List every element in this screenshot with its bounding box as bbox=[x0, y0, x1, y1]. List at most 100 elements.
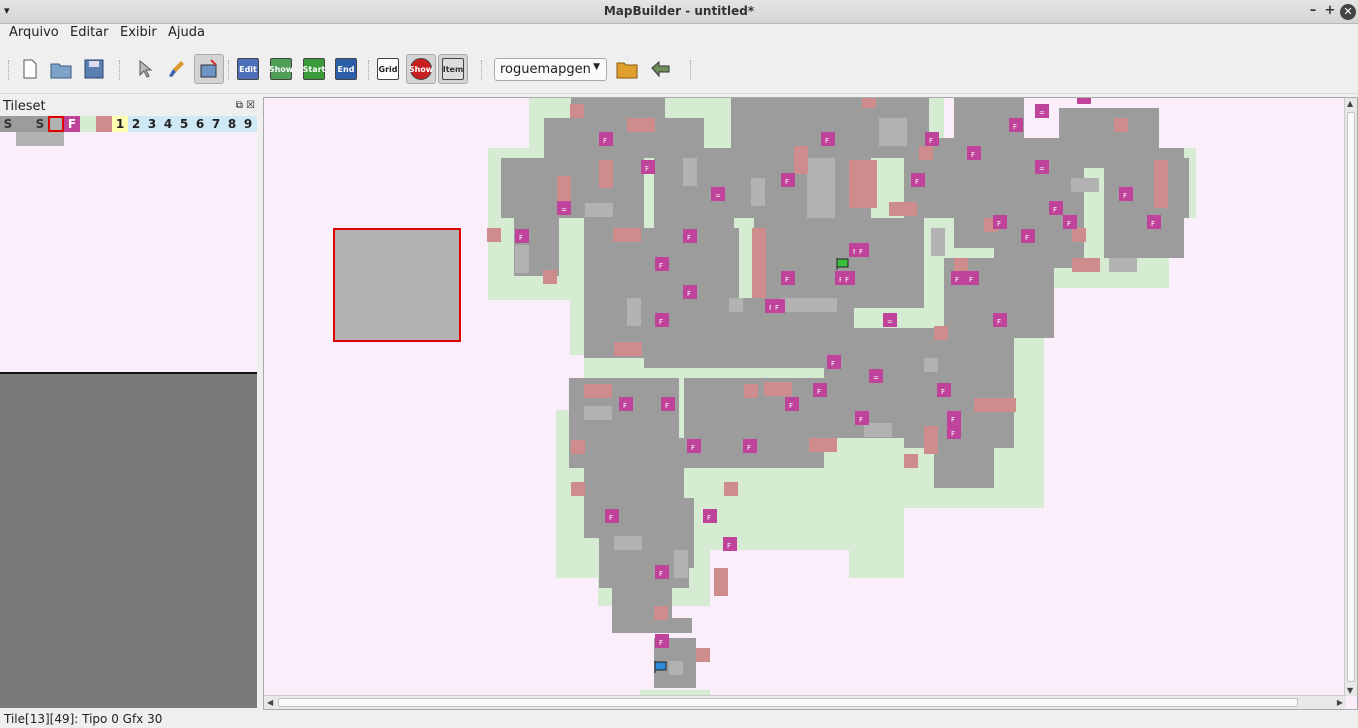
overlay-toggle-icon: Show bbox=[409, 58, 433, 80]
svg-text:F: F bbox=[609, 514, 613, 522]
generator-select-value: roguemapgen bbox=[500, 62, 591, 77]
vertical-scroll-thumb[interactable] bbox=[1347, 112, 1355, 682]
svg-text:F: F bbox=[859, 248, 863, 256]
menu-editar[interactable]: Editar bbox=[70, 25, 109, 40]
tile-border[interactable] bbox=[80, 116, 96, 132]
close-dock-icon[interactable]: ☒ bbox=[246, 100, 255, 111]
svg-text:F: F bbox=[969, 276, 973, 284]
chevron-down-icon: ▼ bbox=[593, 62, 600, 72]
new-file-icon bbox=[23, 59, 37, 79]
apply-generator-button[interactable] bbox=[646, 54, 676, 84]
toolbar-separator bbox=[228, 60, 230, 80]
svg-text:F: F bbox=[707, 514, 711, 522]
tile-digit-2[interactable]: 2 bbox=[128, 116, 144, 132]
tileset-dock: Tileset ⧉ ☒ S S F 1 2 3 4 5 6 7 8 9 bbox=[0, 98, 257, 708]
save-file-button[interactable] bbox=[79, 54, 109, 84]
edit-mode-button[interactable]: Edit bbox=[233, 54, 263, 84]
tile-red[interactable] bbox=[96, 116, 112, 132]
new-file-button[interactable] bbox=[14, 54, 44, 84]
svg-text:F: F bbox=[775, 304, 779, 312]
show-mode-button[interactable]: Show bbox=[266, 54, 296, 84]
title-bar: ▾ MapBuilder - untitled* – + ✕ bbox=[0, 0, 1358, 24]
tile-digit-7[interactable]: 7 bbox=[208, 116, 224, 132]
toolbar-separator bbox=[481, 60, 483, 80]
svg-text:F: F bbox=[951, 416, 955, 424]
svg-text:F: F bbox=[747, 444, 751, 452]
tile-digit-9[interactable]: 9 bbox=[240, 116, 256, 132]
tile-wall-c[interactable]: S bbox=[32, 116, 48, 132]
paint-brush-button[interactable] bbox=[161, 54, 191, 84]
grid-toggle-button[interactable]: Grid bbox=[373, 54, 403, 84]
tile-flag[interactable]: F bbox=[64, 116, 80, 132]
minimize-icon[interactable]: – bbox=[1305, 3, 1321, 18]
svg-text:F: F bbox=[603, 137, 607, 145]
svg-text:F: F bbox=[1053, 206, 1057, 214]
tile-digit-6[interactable]: 6 bbox=[192, 116, 208, 132]
svg-text:F: F bbox=[789, 402, 793, 410]
tileset-strip: S S F 1 2 3 4 5 6 7 8 9 bbox=[0, 116, 257, 132]
tile-second-row[interactable] bbox=[16, 132, 64, 146]
tile-wall-a[interactable]: S bbox=[0, 116, 16, 132]
svg-text:=: = bbox=[887, 318, 893, 326]
horizontal-scroll-thumb[interactable] bbox=[278, 698, 1298, 707]
tile-digit-3[interactable]: 3 bbox=[144, 116, 160, 132]
svg-text:=: = bbox=[873, 374, 879, 382]
float-dock-icon[interactable]: ⧉ bbox=[236, 100, 243, 111]
end-flag-button[interactable]: End bbox=[331, 54, 361, 84]
svg-text:F: F bbox=[659, 262, 663, 270]
map-drawing[interactable]: F F F = = F F F F F F F F F F F F F F = … bbox=[264, 98, 1345, 696]
tile-preview-panel bbox=[0, 372, 257, 708]
svg-text:F: F bbox=[817, 388, 821, 396]
tile-digit-1[interactable]: 1 bbox=[112, 116, 128, 132]
close-icon[interactable]: ✕ bbox=[1340, 4, 1356, 20]
svg-text:F: F bbox=[1013, 123, 1017, 131]
grid-toggle-icon: Grid bbox=[377, 58, 399, 80]
open-folder-button[interactable] bbox=[612, 54, 642, 84]
scroll-up-icon[interactable]: ▲ bbox=[1347, 99, 1353, 108]
svg-text:F: F bbox=[665, 402, 669, 410]
tile-floor-selected[interactable] bbox=[48, 116, 64, 132]
open-folder-icon bbox=[616, 62, 638, 79]
svg-text:F: F bbox=[941, 388, 945, 396]
svg-text:F: F bbox=[687, 290, 691, 298]
scroll-right-icon[interactable]: ▶ bbox=[1337, 698, 1343, 707]
item-tool-icon: Item bbox=[442, 58, 464, 80]
svg-text:F: F bbox=[845, 276, 849, 284]
svg-text:F: F bbox=[659, 570, 663, 578]
open-file-button[interactable] bbox=[46, 54, 76, 84]
menu-arquivo[interactable]: Arquivo bbox=[9, 25, 59, 40]
start-flag-button[interactable]: Start bbox=[299, 54, 329, 84]
fill-selection-button[interactable] bbox=[194, 54, 224, 84]
svg-text:F: F bbox=[691, 444, 695, 452]
toolbar-separator bbox=[119, 60, 121, 80]
vertical-scrollbar[interactable]: ▲ ▼ bbox=[1344, 98, 1357, 696]
svg-text:=: = bbox=[1039, 109, 1045, 117]
map-canvas[interactable]: F F F = = F F F F F F F F F F F F F F = … bbox=[263, 97, 1358, 710]
tile-digit-5[interactable]: 5 bbox=[176, 116, 192, 132]
end-flag-icon: End bbox=[335, 58, 357, 80]
maximize-icon[interactable]: + bbox=[1322, 3, 1338, 18]
menu-bar: Arquivo Editar Exibir Ajuda bbox=[0, 24, 1358, 44]
horizontal-scrollbar[interactable]: ◀ ▶ bbox=[264, 695, 1346, 709]
tile-digit-8[interactable]: 8 bbox=[224, 116, 240, 132]
svg-text:F: F bbox=[955, 276, 959, 284]
svg-text:F: F bbox=[1067, 220, 1071, 228]
select-pointer-button[interactable] bbox=[128, 54, 158, 84]
menu-exibir[interactable]: Exibir bbox=[120, 25, 157, 40]
svg-text:=: = bbox=[561, 206, 567, 214]
tile-wall-b[interactable] bbox=[16, 116, 32, 132]
svg-text:F: F bbox=[1123, 192, 1127, 200]
item-tool-button[interactable]: Item bbox=[438, 54, 468, 84]
overlay-toggle-button[interactable]: Show bbox=[406, 54, 436, 84]
svg-text:F: F bbox=[929, 137, 933, 145]
tile-digit-4[interactable]: 4 bbox=[160, 116, 176, 132]
tileset-palette[interactable]: S S F 1 2 3 4 5 6 7 8 9 bbox=[0, 116, 257, 372]
paint-brush-icon bbox=[169, 61, 184, 77]
menu-ajuda[interactable]: Ajuda bbox=[168, 25, 205, 40]
scroll-down-icon[interactable]: ▼ bbox=[1347, 686, 1353, 695]
scroll-left-icon[interactable]: ◀ bbox=[267, 698, 273, 707]
svg-text:F: F bbox=[727, 542, 731, 550]
generator-select[interactable]: roguemapgen ▼ bbox=[494, 58, 607, 81]
svg-text:=: = bbox=[715, 192, 721, 200]
svg-text:F: F bbox=[785, 276, 789, 284]
